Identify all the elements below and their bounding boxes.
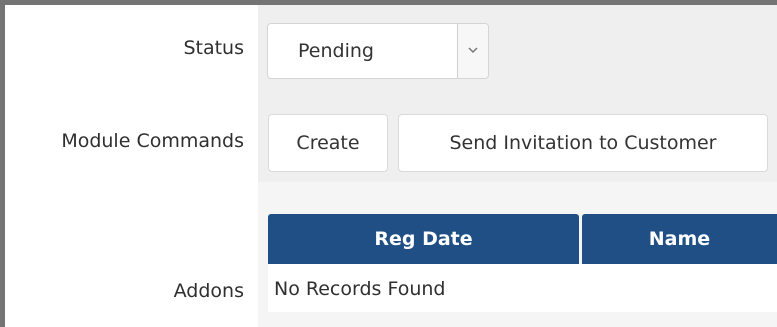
status-label: Status	[183, 37, 244, 59]
no-records-message: No Records Found	[274, 278, 446, 300]
status-select-toggle[interactable]	[457, 24, 488, 78]
create-button[interactable]: Create	[268, 114, 388, 172]
column-header-reg-date[interactable]: Reg Date	[268, 214, 579, 264]
status-select[interactable]: Pending	[267, 23, 489, 79]
addons-label: Addons	[173, 280, 244, 302]
column-header-name[interactable]: Name	[582, 214, 777, 264]
form-panel: Status Pending Module Commands Create Se…	[0, 0, 777, 327]
status-select-value: Pending	[298, 40, 374, 62]
module-commands-label: Module Commands	[61, 130, 244, 152]
panel-left-border	[0, 0, 5, 327]
chevron-down-icon	[468, 47, 478, 54]
panel-top-border	[0, 0, 777, 5]
empty-table-row: No Records Found	[268, 264, 777, 312]
send-invitation-button[interactable]: Send Invitation to Customer	[398, 114, 768, 172]
